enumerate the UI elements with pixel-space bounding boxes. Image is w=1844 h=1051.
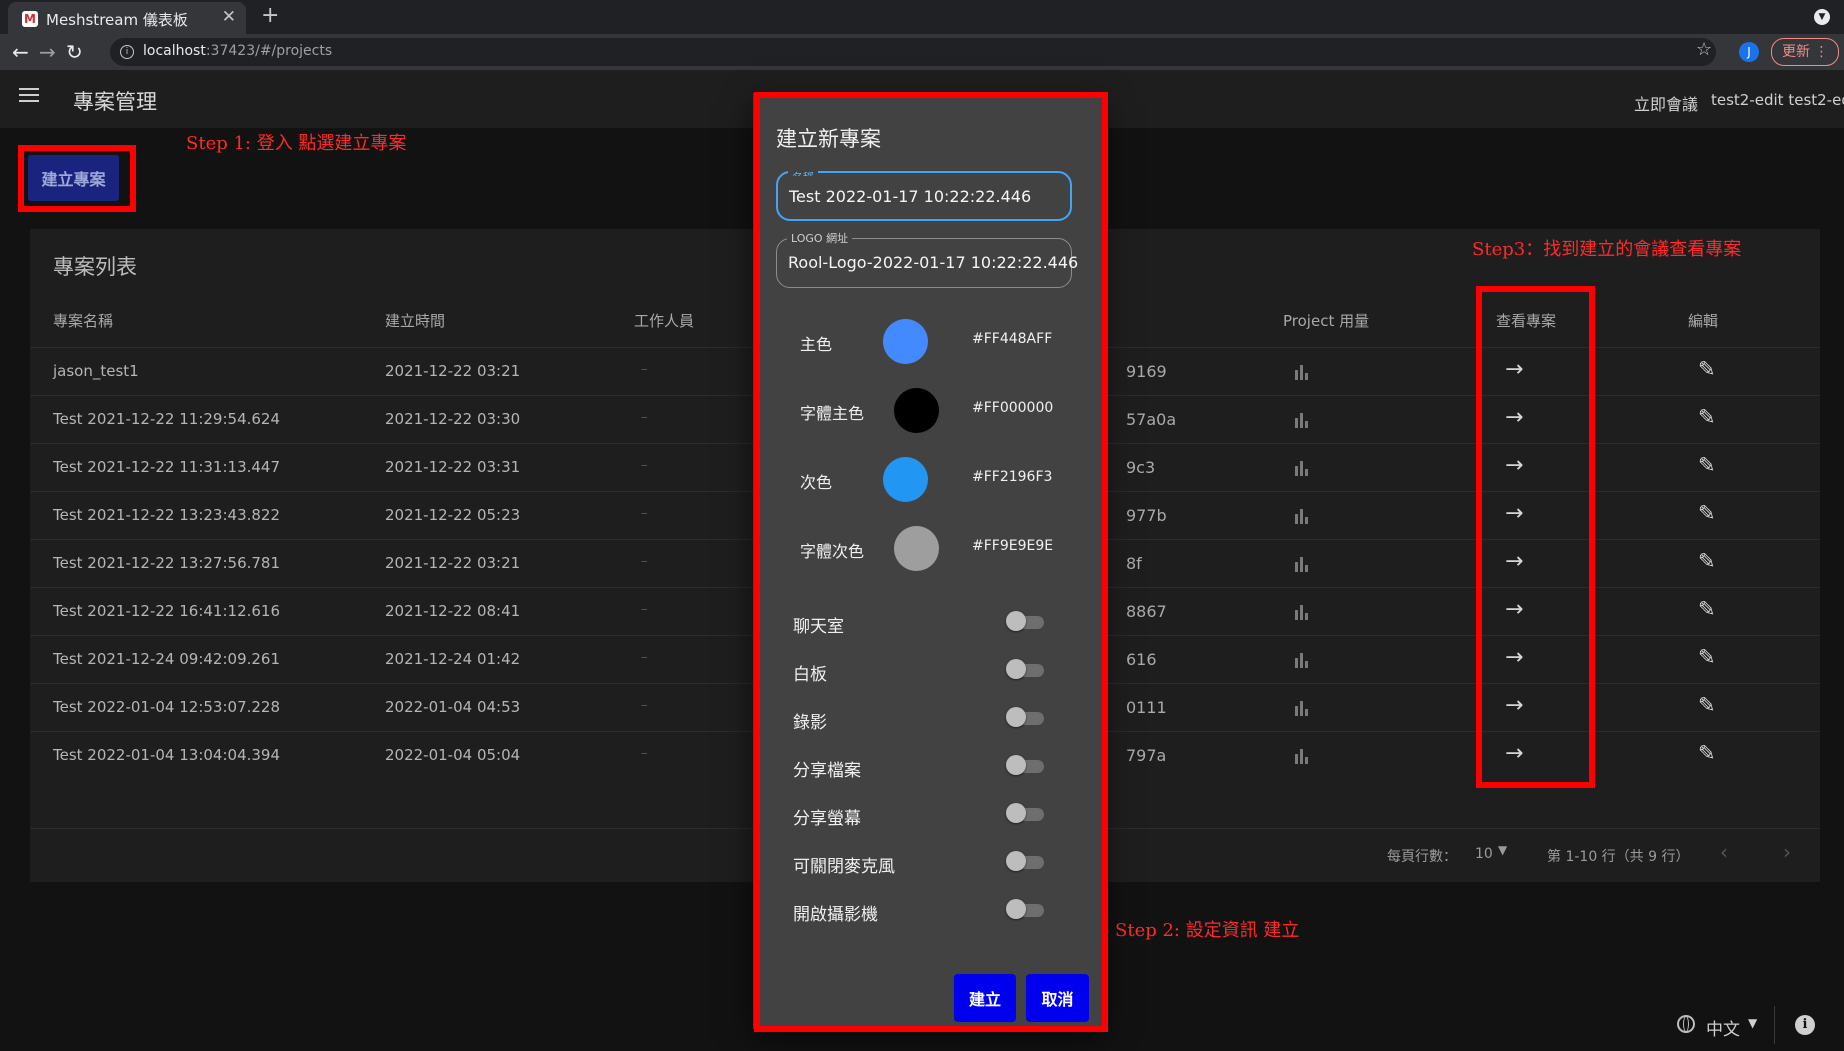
project-name-cell: jason_test1: [53, 362, 139, 380]
partially-hidden-id-cell: 0111: [1126, 698, 1167, 717]
edit-pencil-icon[interactable]: ✎: [1698, 549, 1716, 573]
project-name-cell: Test 2021-12-22 11:31:13.447: [53, 458, 281, 476]
created-time-cell: 2021-12-22 03:31: [385, 458, 521, 476]
globe-icon[interactable]: [1677, 1015, 1695, 1033]
partially-hidden-id-cell: 977b: [1126, 506, 1167, 525]
annotation-step1: Step 1: 登入 點選建立專案: [186, 133, 407, 154]
created-time-cell: 2021-12-22 03:21: [385, 554, 521, 572]
usage-chart-icon[interactable]: [1294, 556, 1310, 572]
edit-pencil-icon[interactable]: ✎: [1698, 645, 1716, 669]
created-time-cell: 2022-01-04 05:04: [385, 746, 521, 764]
edit-pencil-icon[interactable]: ✎: [1698, 501, 1716, 525]
edit-pencil-icon[interactable]: ✎: [1698, 693, 1716, 717]
usage-chart-icon[interactable]: [1294, 700, 1310, 716]
url-text: localhost:37423/#/projects: [143, 43, 333, 59]
partially-hidden-id-cell: 9169: [1126, 362, 1167, 381]
tab-search-icon[interactable]: ▼: [1814, 9, 1830, 25]
usage-chart-icon[interactable]: [1294, 652, 1310, 668]
meshstream-favicon-icon: M: [22, 11, 38, 27]
usage-chart-icon[interactable]: [1294, 604, 1310, 620]
new-tab-icon[interactable]: +: [261, 3, 279, 28]
edit-pencil-icon[interactable]: ✎: [1698, 741, 1716, 765]
rows-per-page-select[interactable]: 10: [1475, 846, 1493, 862]
bookmark-star-icon[interactable]: ☆: [1696, 39, 1712, 60]
usage-chart-icon[interactable]: [1294, 412, 1310, 428]
update-button[interactable]: 更新 ⋮: [1771, 38, 1839, 66]
staff-cell: –: [641, 698, 648, 713]
header-created-time: 建立時間: [385, 312, 446, 330]
project-list-title: 專案列表: [53, 255, 137, 279]
address-bar: ← → ↻ i localhost:37423/#/projects ☆ J 更…: [0, 34, 1844, 70]
info-icon[interactable]: i: [1795, 1015, 1815, 1035]
partially-hidden-id-cell: 616: [1126, 650, 1157, 669]
browser-tab[interactable]: M Meshstream 儀表板 ✕: [8, 2, 246, 34]
created-time-cell: 2021-12-24 01:42: [385, 650, 521, 668]
usage-chart-icon[interactable]: [1294, 508, 1310, 524]
created-time-cell: 2021-12-22 05:23: [385, 506, 521, 524]
language-select[interactable]: 中文: [1706, 1015, 1740, 1040]
language-caret-icon[interactable]: ▼: [1748, 1016, 1757, 1030]
profile-avatar[interactable]: J: [1739, 42, 1759, 62]
project-name-cell: Test 2022-01-04 13:04:04.394: [53, 746, 281, 764]
created-time-cell: 2022-01-04 04:53: [385, 698, 521, 716]
created-time-cell: 2021-12-22 08:41: [385, 602, 521, 620]
back-icon[interactable]: ←: [12, 40, 29, 64]
forward-icon[interactable]: →: [39, 40, 56, 64]
project-name-cell: Test 2021-12-22 13:23:43.822: [53, 506, 281, 524]
edit-pencil-icon[interactable]: ✎: [1698, 453, 1716, 477]
user-name[interactable]: test2-edit test2-edit: [1711, 91, 1844, 109]
instant-meeting-link[interactable]: 立即會議: [1634, 91, 1698, 115]
pagination-range: 第 1-10 行（共 9 行）: [1547, 849, 1690, 865]
usage-chart-icon[interactable]: [1294, 460, 1310, 476]
header-edit: 編輯: [1688, 312, 1719, 330]
staff-cell: –: [641, 506, 648, 521]
partially-hidden-id-cell: 8867: [1126, 602, 1167, 621]
rows-per-page-label: 每頁行數：: [1387, 849, 1457, 865]
site-info-icon[interactable]: i: [120, 45, 134, 59]
close-tab-icon[interactable]: ✕: [222, 7, 236, 27]
annotation-box-view: [1476, 286, 1595, 788]
staff-cell: –: [641, 410, 648, 425]
edit-pencil-icon[interactable]: ✎: [1698, 357, 1716, 381]
url-field[interactable]: i localhost:37423/#/projects: [110, 38, 1716, 66]
edit-pencil-icon[interactable]: ✎: [1698, 597, 1716, 621]
staff-cell: –: [641, 746, 648, 761]
annotation-box-dialog: [754, 92, 1108, 1032]
header-project-usage: Project 用量: [1283, 312, 1370, 330]
page-title: 專案管理: [73, 90, 157, 114]
header-staff: 工作人員: [634, 312, 695, 330]
annotation-step3: Step3：找到建立的會議查看專案: [1472, 239, 1742, 260]
staff-cell: –: [641, 458, 648, 473]
partially-hidden-id-cell: 57a0a: [1126, 410, 1177, 429]
usage-chart-icon[interactable]: [1294, 748, 1310, 764]
staff-cell: –: [641, 554, 648, 569]
staff-cell: –: [641, 602, 648, 617]
previous-page-icon[interactable]: ‹: [1720, 840, 1728, 864]
usage-chart-icon[interactable]: [1294, 364, 1310, 380]
project-name-cell: Test 2021-12-22 11:29:54.624: [53, 410, 281, 428]
menu-icon[interactable]: [19, 88, 39, 102]
project-name-cell: Test 2022-01-04 12:53:07.228: [53, 698, 281, 716]
reload-icon[interactable]: ↻: [66, 40, 83, 64]
created-time-cell: 2021-12-22 03:30: [385, 410, 521, 428]
project-name-cell: Test 2021-12-22 13:27:56.781: [53, 554, 281, 572]
created-time-cell: 2021-12-22 03:21: [385, 362, 521, 380]
staff-cell: –: [641, 650, 648, 665]
staff-cell: –: [641, 362, 648, 377]
partially-hidden-id-cell: 9c3: [1126, 458, 1156, 477]
annotation-box-create: [18, 145, 136, 212]
partially-hidden-id-cell: 797a: [1126, 746, 1167, 765]
next-page-icon[interactable]: ›: [1783, 840, 1791, 864]
project-name-cell: Test 2021-12-22 16:41:12.616: [53, 602, 281, 620]
rows-per-page-caret-icon[interactable]: ▼: [1498, 843, 1507, 857]
project-name-cell: Test 2021-12-24 09:42:09.261: [53, 650, 281, 668]
edit-pencil-icon[interactable]: ✎: [1698, 405, 1716, 429]
header-project-name: 專案名稱: [53, 312, 114, 330]
browser-tab-strip: M Meshstream 儀表板 ✕ + ▼: [0, 0, 1844, 34]
tab-title: Meshstream 儀表板: [46, 11, 188, 29]
annotation-step2: Step 2: 設定資訊 建立: [1115, 920, 1300, 941]
footer-divider: [1774, 1006, 1775, 1044]
partially-hidden-id-cell: 8f: [1126, 554, 1142, 573]
